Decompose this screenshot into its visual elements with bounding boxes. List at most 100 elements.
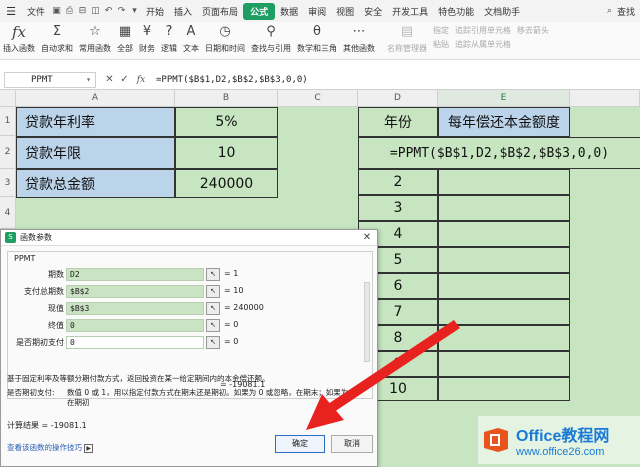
save-icon[interactable]: ▣ xyxy=(50,6,63,16)
cell-e7[interactable] xyxy=(438,273,570,299)
tab-home[interactable]: 开始 xyxy=(141,5,169,18)
cell-e3[interactable] xyxy=(438,169,570,195)
cell-a3[interactable]: 贷款总金额 xyxy=(16,169,175,198)
collapse-range-icon[interactable]: ↖ xyxy=(206,319,220,332)
cell-d3[interactable]: 2 xyxy=(358,169,438,195)
redo-icon[interactable]: ↷ xyxy=(115,6,128,16)
math-button[interactable]: θ 数学和三角 xyxy=(294,22,340,54)
datetime-button[interactable]: ◷ 日期和时间 xyxy=(202,22,248,54)
cell-b3[interactable]: 240000 xyxy=(175,169,278,198)
file-menu[interactable]: 文件 xyxy=(22,5,50,18)
name-manager-icon: ▤ xyxy=(400,24,414,39)
menu-icon[interactable]: ☰ xyxy=(0,5,22,18)
cell-e5[interactable] xyxy=(438,221,570,247)
cell-e11[interactable] xyxy=(438,377,570,401)
grid-icon: ▦ xyxy=(118,24,132,39)
finance-button[interactable]: ¥ 财务 xyxy=(136,22,158,54)
logic-button[interactable]: ? 逻辑 xyxy=(158,22,180,54)
cell-e8[interactable] xyxy=(438,299,570,325)
cell-a1[interactable]: 贷款年利率 xyxy=(16,107,175,137)
cell-d1[interactable]: 年份 xyxy=(358,107,438,137)
cell-e9[interactable] xyxy=(438,325,570,351)
row-header-3[interactable]: 3 xyxy=(0,169,16,197)
office-logo-icon xyxy=(482,426,510,454)
arg-input-periods[interactable]: D2 xyxy=(66,268,204,281)
select-all-corner[interactable] xyxy=(0,90,16,107)
cell-d2-formula[interactable]: =PPMT($B$1,D2,$B$2,$B$3,0,0) xyxy=(358,137,640,169)
tab-formulas[interactable]: 公式 xyxy=(243,2,276,20)
column-header-c[interactable]: C xyxy=(278,90,358,107)
ok-button[interactable]: 确定 xyxy=(275,435,325,453)
specify-button[interactable]: 指定 粘贴 xyxy=(430,22,452,50)
arg-input-present-value[interactable]: $B$3 xyxy=(66,302,204,315)
row-header-4[interactable]: 4 xyxy=(0,197,16,229)
cancel-button[interactable]: 取消 xyxy=(331,435,373,453)
close-icon[interactable]: ✕ xyxy=(361,232,373,244)
watermark-text: Office教程网 www.office26.com xyxy=(516,422,609,458)
chevron-down-icon[interactable]: ▾ xyxy=(128,6,141,16)
cell-b1[interactable]: 5% xyxy=(175,107,278,137)
trace-button[interactable]: 追踪引用单元格 追踪从属单元格 xyxy=(452,22,514,50)
column-header-e[interactable]: E xyxy=(438,90,570,107)
tab-view[interactable]: 视图 xyxy=(331,5,359,18)
column-header-d[interactable]: D xyxy=(358,90,438,107)
help-link[interactable]: 查看该函数的操作技巧 ▶ xyxy=(7,442,94,453)
confirm-formula-icon[interactable]: ✓ xyxy=(117,74,132,85)
autosum-button[interactable]: Σ 自动求和 xyxy=(38,22,76,54)
remove-arrows-button[interactable]: 移去箭头 xyxy=(514,22,552,36)
collapse-range-icon[interactable]: ↖ xyxy=(206,285,220,298)
column-header-b[interactable]: B xyxy=(175,90,278,107)
print-icon[interactable]: ⊟ xyxy=(76,6,89,16)
tab-security[interactable]: 安全 xyxy=(359,5,387,18)
preview-icon[interactable]: ◫ xyxy=(89,6,102,16)
tab-features[interactable]: 特色功能 xyxy=(433,5,479,18)
cell-a2[interactable]: 贷款年限 xyxy=(16,137,175,169)
column-header-a[interactable]: A xyxy=(16,90,175,107)
other-functions-button[interactable]: ⋯ 其他函数 xyxy=(340,22,378,54)
collapse-range-icon[interactable]: ↖ xyxy=(206,302,220,315)
collapse-range-icon[interactable]: ↖ xyxy=(206,336,220,349)
cell-e1[interactable]: 每年偿还本金额度 xyxy=(438,107,570,137)
text-button[interactable]: A 文本 xyxy=(180,22,202,54)
tab-doc-assistant[interactable]: 文档助手 xyxy=(479,5,525,18)
arg-label-present-value: 现值 xyxy=(48,304,64,313)
tab-developer[interactable]: 开发工具 xyxy=(387,5,433,18)
row-header-1[interactable]: 1 xyxy=(0,107,16,136)
name-box[interactable]: PPMT ▾ xyxy=(4,71,96,88)
formula-bar: PPMT ▾ ✕ ✓ fx =PPMT($B$1,D2,$B$2,$B$3,0,0… xyxy=(0,70,640,90)
collapse-range-icon[interactable]: ↖ xyxy=(206,268,220,281)
insert-function-button[interactable]: fx 插入函数 xyxy=(0,22,38,54)
function-name-label: PPMT xyxy=(14,254,36,263)
tab-insert[interactable]: 插入 xyxy=(169,5,197,18)
function-arguments-dialog: S 函数参数 ✕ PPMT 期数 D2 ↖ = 1 支付总期数 $B$2 ↖ =… xyxy=(0,229,378,467)
chevron-down-icon[interactable]: ▾ xyxy=(86,75,91,84)
tab-data[interactable]: 数据 xyxy=(275,5,303,18)
undo-icon[interactable]: ↶ xyxy=(102,6,115,16)
cancel-formula-icon[interactable]: ✕ xyxy=(102,74,117,85)
arg-input-future-value[interactable]: 0 xyxy=(66,319,204,332)
search-button[interactable]: 查找 xyxy=(616,5,640,18)
formula-input[interactable]: =PPMT($B$1,D2,$B$2,$B$3,0,0) xyxy=(156,75,308,85)
fx-icon[interactable]: fx xyxy=(132,75,150,85)
name-manager-button[interactable]: ▤ 名称管理器 xyxy=(384,22,430,54)
dialog-title-bar[interactable]: S 函数参数 xyxy=(1,230,377,246)
cell-e10[interactable] xyxy=(438,351,570,377)
cell-b2[interactable]: 10 xyxy=(175,137,278,169)
question-icon: ? xyxy=(165,24,173,39)
tab-review[interactable]: 审阅 xyxy=(303,5,331,18)
search-icon[interactable]: ⌕ xyxy=(603,6,616,16)
export-icon[interactable]: ⎙ xyxy=(63,6,76,16)
arg-input-total-periods[interactable]: $B$2 xyxy=(66,285,204,298)
arg-input-payment-type[interactable]: 0 xyxy=(66,336,204,349)
arguments-scrollbar[interactable] xyxy=(364,282,370,362)
arg-value-periods: = 1 xyxy=(224,269,239,278)
all-functions-button[interactable]: ▦ 全部 xyxy=(114,22,136,54)
lookup-button[interactable]: ⚲ 查找与引用 xyxy=(248,22,294,54)
column-header-f[interactable] xyxy=(570,90,640,107)
cell-e6[interactable] xyxy=(438,247,570,273)
cell-e4[interactable] xyxy=(438,195,570,221)
tab-page-layout[interactable]: 页面布局 xyxy=(197,5,243,18)
common-functions-button[interactable]: ☆ 常用函数 xyxy=(76,22,114,54)
row-header-2[interactable]: 2 xyxy=(0,136,16,169)
cell-d4[interactable]: 3 xyxy=(358,195,438,221)
